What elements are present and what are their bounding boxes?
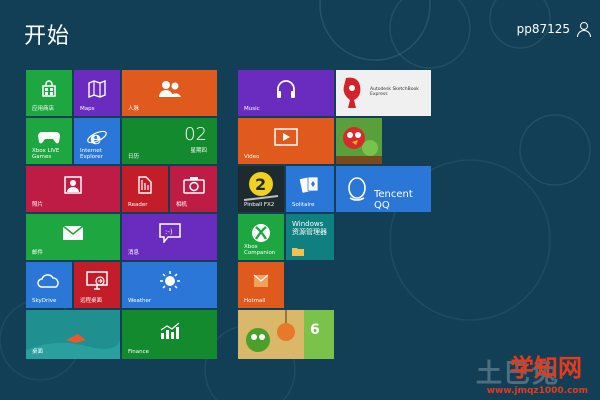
tile-label: 相机 [176,202,188,208]
calendar-date: 02 [184,124,207,145]
tile-label: Xbox LIVE Games [32,148,60,160]
tile-label: Solitaire [292,202,315,208]
xbox-logo-icon [251,223,271,243]
tile-label: Video [244,154,260,160]
camera-icon [182,176,205,195]
sketchbook-title: Autodesk SketchBook Express [370,87,419,97]
tile-solitaire[interactable]: Solitaire [286,166,334,212]
tile-reader[interactable]: Reader [122,166,168,212]
page-title: 开始 [24,24,71,49]
tile-label-windows-explorer: Windows 资源管理器 [292,220,327,236]
tile-pinball-fx2[interactable]: 2 Pinball FX2 [238,166,284,212]
reader-book-icon [137,175,153,195]
tile-video[interactable]: Video [238,118,334,164]
video-play-icon [274,128,298,147]
internet-explorer-icon: e [86,126,108,148]
tile-label: SkyDrive [32,298,57,304]
tile-label: 消息 [128,250,140,256]
chat-bubble-icon: :-) [158,223,181,244]
tile-label: 应用商店 [32,106,55,112]
qq-penguin-icon [348,177,366,201]
calendar-day: 星期四 [190,148,207,154]
folder-icon [292,248,304,256]
angry-birds-icon [336,118,382,164]
tile-maps[interactable]: Maps [74,70,120,116]
people-icon [158,80,182,98]
tile-label: Xbox Companion [244,244,276,256]
headphones-icon [275,79,297,99]
tile-tencent-qq[interactable]: Tencent QQ [336,166,431,212]
tile-people[interactable]: 人脉 [122,70,217,116]
svg-text::-): :-) [165,228,173,236]
map-icon [87,80,107,99]
username: pp87125 [516,22,570,36]
tile-sketchbook-express[interactable]: Autodesk SketchBook Express [336,70,431,116]
user-icon [576,22,591,37]
cloud-icon [37,274,61,289]
tile-label: Hotmail [244,298,266,304]
tile-label: 日历 [128,154,140,160]
tile-label: Weather [128,298,152,304]
tile-label: Reader [128,202,148,208]
cut-the-rope-artwork: 6 [238,310,334,359]
finance-chart-icon [159,322,181,340]
tile-label: Pinball FX2 [244,202,275,208]
tile-label: 照片 [32,202,44,208]
hotmail-logo-icon [253,274,269,288]
tile-label: 远程桌面 [80,298,103,304]
tile-xbox-companion[interactable]: Xbox Companion [238,214,284,260]
watermark-site-name: 学知网 [510,354,582,382]
tile-calendar[interactable]: 02 星期四 日历 [122,118,217,164]
tile-photos[interactable]: 照片 [26,166,120,212]
watermark-site: 学知网 www.jmqz1000.com [472,348,592,398]
sun-icon [159,270,181,292]
tile-camera[interactable]: 相机 [170,166,217,212]
tile-messaging[interactable]: :-) 消息 [122,214,217,260]
tile-windows-explorer[interactable]: Windows 资源管理器 [286,214,334,260]
tile-label: Music [244,106,260,112]
tile-label: Maps [80,106,95,112]
tile-desktop[interactable]: 桌面 [26,310,120,359]
tile-mail[interactable]: 邮件 [26,214,120,260]
tile-music[interactable]: Music [238,70,334,116]
xbox-controller-icon [38,130,60,144]
svg-text:6: 6 [310,322,320,338]
watermark-url: www.jmqz1000.com [486,386,588,396]
tile-skydrive[interactable]: SkyDrive [26,262,72,308]
tile-finance[interactable]: Finance [122,310,217,359]
mail-envelope-icon [62,225,84,241]
tile-weather[interactable]: Weather [122,262,217,308]
tile-label: Internet Explorer [80,148,103,160]
tile-hotmail[interactable]: Hotmail [238,262,284,308]
remote-desktop-icon [86,271,108,291]
tile-label-tencent-qq: Tencent QQ [374,189,413,211]
playing-cards-icon [299,175,321,195]
tile-xbox-live-games[interactable]: Xbox LIVE Games [26,118,72,164]
tile-store[interactable]: 应用商店 [26,70,72,116]
photo-icon [64,176,82,195]
tile-label: 人脉 [128,106,140,112]
tile-angry-birds-game[interactable] [336,118,382,164]
tile-cut-the-rope-game[interactable]: 6 [238,310,334,359]
sketchbook-logo-icon [343,77,361,108]
tile-remote-desktop[interactable]: 远程桌面 [74,262,120,308]
svg-text:2: 2 [255,175,266,194]
svg-text:e: e [90,128,101,148]
tile-label: Finance [128,349,150,355]
tile-label: 桌面 [32,349,44,355]
tile-internet-explorer[interactable]: e Internet Explorer [74,118,120,164]
tile-label: 邮件 [32,250,44,256]
user-account[interactable]: pp87125 [516,22,591,37]
store-bag-icon [40,80,58,98]
